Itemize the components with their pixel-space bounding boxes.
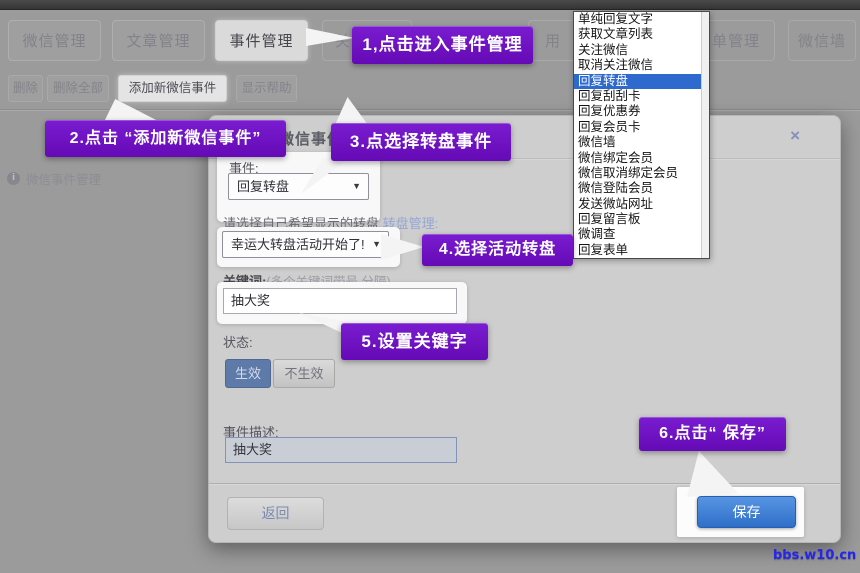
desc-input[interactable]: 抽大奖 — [225, 437, 457, 463]
status-field-label: 状态: — [223, 332, 253, 351]
event-type-options: 单纯回复文字获取文章列表关注微信取消关注微信回复转盘回复刮刮卡回复优惠券回复会员… — [574, 12, 709, 258]
event-type-select-value: 回复转盘 — [237, 179, 289, 194]
tab-wechat-manage[interactable]: 微信管理 — [8, 20, 101, 61]
dropdown-option[interactable]: 回复优惠券 — [574, 104, 709, 119]
delete-button[interactable]: 删除 — [8, 75, 43, 102]
dropdown-option[interactable]: 微信登陆会员 — [574, 181, 709, 196]
callout-step1: 1,点击进入事件管理 — [352, 26, 533, 64]
callout-step6: 6.点击“ 保存” — [639, 417, 786, 451]
dropdown-option[interactable]: 微调查 — [574, 227, 709, 242]
wheel-select-value: 幸运大转盘活动开始了! — [231, 237, 365, 252]
dropdown-option[interactable]: 取消关注微信 — [574, 58, 709, 73]
dialog-footer-divider — [209, 483, 840, 484]
dropdown-option[interactable]: 回复留言板 — [574, 212, 709, 227]
dropdown-option[interactable]: 微信墙 — [574, 135, 709, 150]
wheel-select[interactable]: 幸运大转盘活动开始了! ▼ — [222, 231, 389, 258]
dropdown-option[interactable]: 回复表单 — [574, 243, 709, 258]
save-button[interactable]: 保存 — [697, 496, 796, 528]
add-event-button[interactable]: 添加新微信事件 — [118, 75, 227, 102]
dropdown-option[interactable]: 回复转盘 — [574, 74, 709, 89]
tab-wechat-wall[interactable]: 微信墙 — [788, 20, 856, 61]
show-help-button[interactable]: 显示帮助 — [236, 75, 297, 102]
dropdown-option[interactable]: 单纯回复文字 — [574, 12, 709, 27]
chevron-down-icon: ▼ — [352, 174, 361, 199]
callout-step5: 5.设置关键字 — [341, 323, 488, 360]
page-info: i 微信事件管理 — [7, 169, 101, 188]
dropdown-option[interactable]: 关注微信 — [574, 43, 709, 58]
page-info-label: 微信事件管理 — [26, 169, 101, 188]
callout-step3: 3.点选择转盘事件 — [331, 123, 511, 161]
delete-all-button[interactable]: 删除全部 — [47, 75, 109, 102]
dropdown-scrollbar[interactable] — [701, 12, 709, 258]
close-icon[interactable]: × — [790, 126, 800, 146]
dropdown-option[interactable]: 微信取消绑定会员 — [574, 166, 709, 181]
tab-article-manage[interactable]: 文章管理 — [112, 20, 205, 61]
chevron-down-icon: ▼ — [372, 232, 381, 257]
status-on-button[interactable]: 生效 — [225, 359, 271, 388]
window-top-strip — [0, 0, 860, 10]
event-type-dropdown-list: 单纯回复文字获取文章列表关注微信取消关注微信回复转盘回复刮刮卡回复优惠券回复会员… — [573, 11, 710, 259]
info-icon: i — [7, 172, 20, 185]
callout-step2: 2.点击 “添加新微信事件” — [45, 120, 286, 157]
pointer-to-step2 — [104, 99, 160, 122]
dropdown-option[interactable]: 回复会员卡 — [574, 120, 709, 135]
dropdown-option[interactable]: 微信绑定会员 — [574, 151, 709, 166]
dropdown-option[interactable]: 发送微站网址 — [574, 197, 709, 212]
status-off-button[interactable]: 不生效 — [273, 359, 335, 388]
watermark: bbs.w10.cn — [773, 548, 856, 563]
dropdown-option[interactable]: 获取文章列表 — [574, 27, 709, 42]
tab-event-manage[interactable]: 事件管理 — [215, 20, 308, 61]
add-event-dialog: 添加新微信事件 × 事件: 回复转盘 ▼ 请选择自己希望显示的转盘 转盘管理: … — [208, 115, 841, 543]
dropdown-option[interactable]: 回复刮刮卡 — [574, 89, 709, 104]
event-type-select[interactable]: 回复转盘 ▼ — [228, 173, 369, 200]
pointer-to-step3-top — [335, 97, 368, 125]
back-button[interactable]: 返回 — [227, 497, 324, 530]
keyword-input[interactable]: 抽大奖 — [223, 288, 457, 314]
callout-step4: 4.选择活动转盘 — [422, 234, 573, 266]
